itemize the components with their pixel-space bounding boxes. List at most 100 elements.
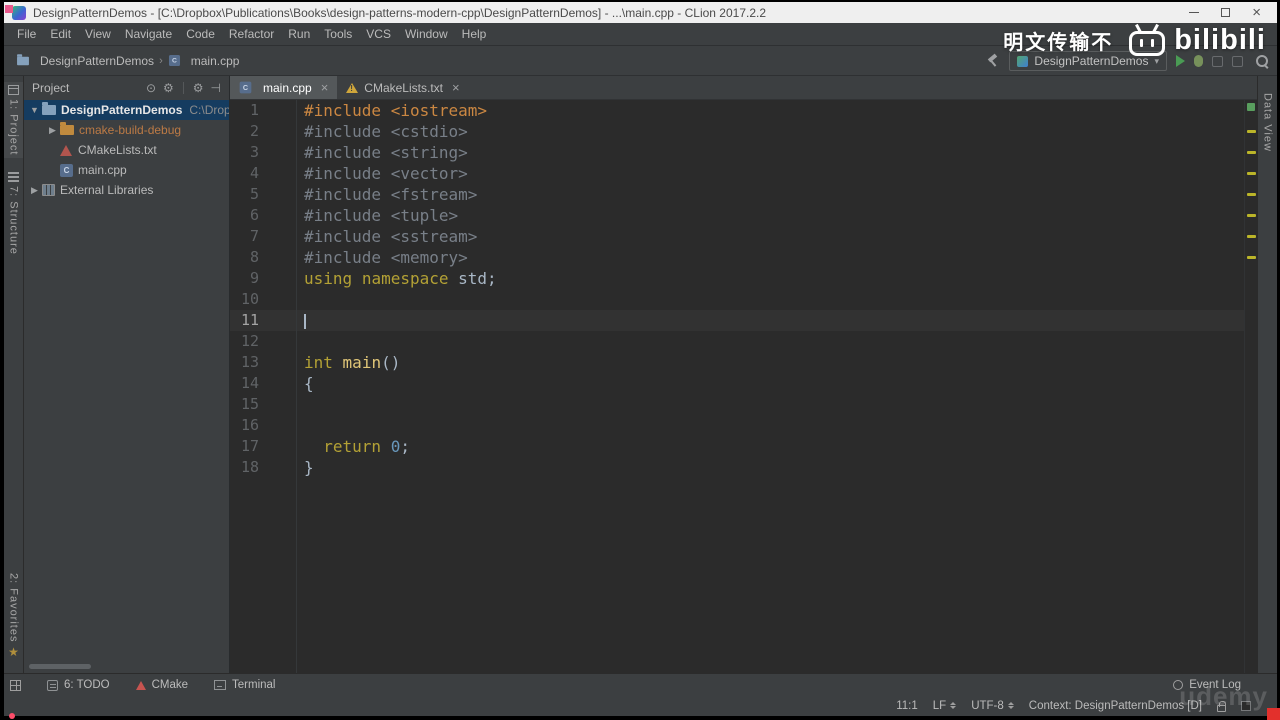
line-separator-widget[interactable]: LF [933, 700, 957, 712]
tool-button-structure[interactable]: 7: Structure [4, 168, 23, 258]
locate-file-icon[interactable]: ⊙ [146, 82, 156, 94]
tree-row-external-libraries[interactable]: ▶ External Libraries [24, 180, 229, 200]
encoding-widget[interactable]: UTF-8 [971, 700, 1014, 712]
breadcrumb-file[interactable]: C main.cpp [168, 54, 239, 68]
menu-item-edit[interactable]: Edit [43, 23, 78, 45]
warning-mark-line-6[interactable] [1247, 214, 1256, 217]
code-line-8[interactable]: #include <memory> [304, 247, 1244, 268]
line-number-2[interactable]: 2 [230, 121, 296, 142]
code-line-14[interactable]: { [304, 373, 1244, 394]
line-number-3[interactable]: 3 [230, 142, 296, 163]
warning-mark-line-4[interactable] [1247, 172, 1256, 175]
tree-row-cmakelists[interactable]: CMakeLists.txt [24, 140, 229, 160]
tool-button-favorites[interactable]: 2: Favorites ★ [4, 570, 23, 661]
code-line-6[interactable]: #include <tuple> [304, 205, 1244, 226]
line-number-10[interactable]: 10 [230, 289, 296, 310]
line-number-12[interactable]: 12 [230, 331, 296, 352]
chevron-right-icon[interactable]: ▶ [29, 185, 40, 196]
gear-icon[interactable]: ⚙ [163, 82, 174, 94]
line-number-6[interactable]: 6 [230, 205, 296, 226]
tool-button-cmake[interactable]: CMake [135, 679, 188, 691]
clion-logo-icon [12, 5, 26, 20]
code-line-12[interactable] [304, 331, 1244, 352]
tool-button-data-view[interactable]: Data View [1258, 90, 1277, 155]
code-line-9[interactable]: using namespace std; [304, 268, 1244, 289]
warning-mark-line-8[interactable] [1247, 256, 1256, 259]
code-line-17[interactable]: return 0; [304, 436, 1244, 457]
tool-button-project[interactable]: 1: Project [4, 82, 23, 159]
profiler-button[interactable] [1232, 55, 1243, 67]
menu-item-help[interactable]: Help [455, 23, 494, 45]
build-hammer-icon[interactable] [986, 54, 1000, 68]
maximize-button[interactable] [1221, 8, 1231, 17]
line-number-4[interactable]: 4 [230, 163, 296, 184]
error-stripe [1244, 100, 1257, 673]
line-number-15[interactable]: 15 [230, 394, 296, 415]
line-number-16[interactable]: 16 [230, 415, 296, 436]
chevron-down-icon[interactable]: ▼ [29, 105, 40, 115]
code-line-16[interactable] [304, 415, 1244, 436]
menu-item-run[interactable]: Run [281, 23, 317, 45]
code-line-13[interactable]: int main() [304, 352, 1244, 373]
tree-path-suffix: C:\Drop [189, 103, 229, 117]
tree-row-root[interactable]: ▼ DesignPatternDemos C:\Drop [24, 100, 229, 120]
warning-mark-line-5[interactable] [1247, 193, 1256, 196]
tab-cmakelists[interactable]: CMakeLists.txt × [337, 76, 468, 99]
tool-button-todo[interactable]: 6: TODO [47, 679, 110, 691]
code-line-1[interactable]: #include <iostream> [304, 100, 1244, 121]
menu-item-refactor[interactable]: Refactor [222, 23, 281, 45]
code-line-3[interactable]: #include <string> [304, 142, 1244, 163]
menu-item-tools[interactable]: Tools [317, 23, 359, 45]
line-number-11[interactable]: 11 [230, 310, 296, 331]
line-number-18[interactable]: 18 [230, 457, 296, 478]
close-icon[interactable]: × [321, 80, 329, 95]
hide-panel-icon[interactable]: ⊣ [211, 82, 221, 94]
warning-mark-line-3[interactable] [1247, 151, 1256, 154]
menu-item-code[interactable]: Code [179, 23, 222, 45]
caret-position-widget[interactable]: 11:1 [896, 700, 918, 712]
settings-gear-icon[interactable]: ⚙ [193, 82, 204, 94]
menu-item-file[interactable]: File [10, 23, 43, 45]
line-number-5[interactable]: 5 [230, 184, 296, 205]
menu-item-window[interactable]: Window [398, 23, 455, 45]
code-line-18[interactable]: } [304, 457, 1244, 478]
close-button[interactable]: × [1252, 5, 1261, 20]
editor-gutter: 1 2 3 4 5 6 7 8 9 10 11 12 13 14 15 16 17 18 [230, 100, 297, 673]
editor-code[interactable]: #include <iostream> #include <cstdio> #inc… [297, 100, 1244, 673]
code-line-15[interactable] [304, 394, 1244, 415]
code-line-11[interactable] [304, 310, 1244, 331]
tool-button-terminal[interactable]: Terminal [214, 679, 276, 691]
line-number-7[interactable]: 7 [230, 226, 296, 247]
code-line-4[interactable]: #include <vector> [304, 163, 1244, 184]
tool-window-switcher-icon[interactable] [10, 679, 21, 691]
warning-mark-line-2[interactable] [1247, 130, 1256, 133]
code-line-7[interactable]: #include <sstream> [304, 226, 1244, 247]
minimize-button[interactable] [1189, 12, 1200, 13]
line-number-17[interactable]: 17 [230, 436, 296, 457]
menu-item-vcs[interactable]: VCS [359, 23, 398, 45]
line-number-8[interactable]: 8 [230, 247, 296, 268]
close-icon[interactable]: × [452, 80, 460, 95]
tree-row-cmake-build-debug[interactable]: ▶ cmake-build-debug [24, 120, 229, 140]
coverage-button[interactable] [1212, 55, 1223, 67]
menu-item-view[interactable]: View [78, 23, 118, 45]
menu-item-navigate[interactable]: Navigate [118, 23, 179, 45]
warning-mark-line-7[interactable] [1247, 235, 1256, 238]
editor-surface[interactable]: 1 2 3 4 5 6 7 8 9 10 11 12 13 14 15 16 17 18 #include <io… [230, 100, 1257, 673]
scrollbar-thumb[interactable] [29, 664, 91, 669]
line-number-14[interactable]: 14 [230, 373, 296, 394]
tree-row-main-cpp[interactable]: C main.cpp [24, 160, 229, 180]
code-line-10[interactable] [304, 289, 1244, 310]
chevron-right-icon[interactable]: ▶ [47, 125, 58, 136]
breadcrumb-project[interactable]: DesignPatternDemos [16, 54, 154, 68]
code-analysis-indicator[interactable] [1247, 103, 1255, 111]
line-number-9[interactable]: 9 [230, 268, 296, 289]
line-number-1[interactable]: 1 [230, 100, 296, 121]
code-line-5[interactable]: #include <fstream> [304, 184, 1244, 205]
horizontal-scrollbar[interactable] [27, 664, 226, 670]
tab-label: main.cpp [263, 80, 312, 95]
line-number-13[interactable]: 13 [230, 352, 296, 373]
tab-main-cpp[interactable]: C main.cpp × [230, 76, 338, 99]
udemy-watermark: udemy [1179, 681, 1268, 711]
code-line-2[interactable]: #include <cstdio> [304, 121, 1244, 142]
